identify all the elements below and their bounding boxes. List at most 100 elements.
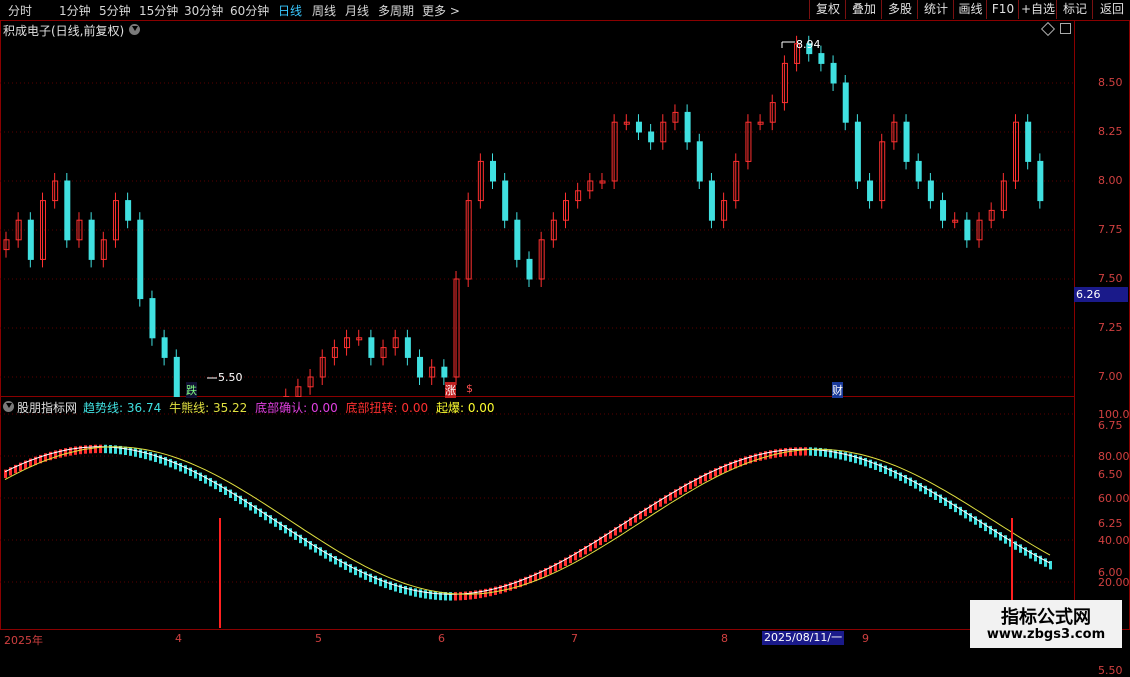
candle-body bbox=[89, 220, 94, 259]
candle-body bbox=[527, 259, 532, 279]
indicator-bar bbox=[879, 464, 882, 472]
indicator-bar bbox=[194, 470, 197, 478]
candle-body bbox=[150, 299, 155, 338]
period-tab-60min[interactable]: 60分钟 bbox=[230, 2, 269, 19]
indicator-bar bbox=[144, 451, 147, 459]
period-tab-monthly[interactable]: 月线 bbox=[345, 2, 369, 19]
candle-body bbox=[831, 63, 836, 83]
watermark-url: www.zbgs3.com bbox=[970, 627, 1122, 642]
indicator-bar bbox=[149, 452, 152, 460]
indicator-bar bbox=[769, 450, 772, 458]
candle-body bbox=[868, 181, 873, 201]
indicator-bar bbox=[764, 451, 767, 459]
mark-button[interactable]: 标记 bbox=[1056, 0, 1093, 19]
statistics-button[interactable]: 统计 bbox=[917, 0, 954, 19]
watermark-title: 指标公式网 bbox=[970, 603, 1122, 629]
indicator-bar bbox=[774, 449, 777, 457]
indicator-bar bbox=[859, 456, 862, 464]
indicator-bar bbox=[839, 451, 842, 459]
candle-body bbox=[515, 220, 520, 259]
adjust-button[interactable]: 复权 bbox=[809, 0, 846, 19]
indicator-bar bbox=[174, 461, 177, 469]
watermark-logo: 指标公式网 www.zbgs3.com bbox=[970, 600, 1122, 648]
high-annotation bbox=[782, 42, 795, 48]
indicator-lines bbox=[5, 447, 1050, 628]
period-tab-1min[interactable]: 1分钟 bbox=[59, 2, 91, 19]
candle-body bbox=[685, 112, 690, 141]
candle-body bbox=[843, 83, 848, 122]
indicator-bar bbox=[394, 583, 397, 591]
back-button[interactable]: 返回 bbox=[1092, 0, 1130, 19]
candle-body bbox=[491, 161, 496, 181]
period-tab-15min[interactable]: 15分钟 bbox=[139, 2, 178, 19]
indicator-bar bbox=[434, 591, 437, 599]
indicator-bar bbox=[864, 458, 867, 466]
indicator-bar bbox=[379, 578, 382, 586]
trend-line bbox=[5, 447, 1050, 594]
candle-body bbox=[916, 161, 921, 181]
candle-body bbox=[1038, 161, 1043, 200]
period-tab-daily[interactable]: 日线 bbox=[278, 2, 302, 19]
candle-body bbox=[965, 220, 970, 240]
indicator-bar bbox=[104, 445, 107, 453]
candle-body bbox=[636, 122, 641, 132]
x-axis-label: 2025年 bbox=[4, 632, 43, 648]
y-tick: 8.00 bbox=[1098, 174, 1123, 187]
indicator-bar bbox=[399, 585, 402, 593]
add-watchlist-button[interactable]: +自选 bbox=[1018, 0, 1057, 19]
y-tick: 7.25 bbox=[1098, 321, 1123, 334]
candle-body bbox=[369, 338, 374, 358]
indicator-bars bbox=[4, 445, 1052, 601]
indicator-bar bbox=[389, 581, 392, 589]
candle-body bbox=[697, 142, 702, 181]
candle-body bbox=[174, 357, 179, 396]
indicator-bar bbox=[99, 445, 102, 453]
period-tab-weekly[interactable]: 周线 bbox=[312, 2, 336, 19]
indicator-bar bbox=[424, 590, 427, 598]
period-tab-5min[interactable]: 5分钟 bbox=[99, 2, 131, 19]
indicator-bar bbox=[869, 460, 872, 468]
y-tick: 5.50 bbox=[1098, 664, 1123, 677]
y-tick: 6.25 bbox=[1098, 517, 1123, 530]
indicator-bar bbox=[459, 592, 462, 600]
indicator-bar bbox=[469, 591, 472, 599]
bull-bear-line bbox=[5, 447, 1050, 594]
dollar-marker[interactable]: $ bbox=[466, 382, 473, 395]
indicator-grid bbox=[0, 414, 1075, 582]
x-axis-label: 5 bbox=[315, 632, 322, 645]
x-axis-label: 7 bbox=[571, 632, 578, 645]
low-price-label: 5.50 bbox=[218, 371, 243, 384]
draw-line-button[interactable]: 画线 bbox=[953, 0, 987, 19]
indicator-bar bbox=[94, 445, 97, 453]
indicator-bar bbox=[419, 589, 422, 597]
overlay-button[interactable]: 叠加 bbox=[845, 0, 882, 19]
candle-body bbox=[855, 122, 860, 181]
indicator-bar bbox=[349, 564, 352, 572]
period-tab-multi[interactable]: 多周期 bbox=[378, 2, 414, 19]
cursor-date-label: 2025/08/11/一 bbox=[762, 631, 844, 645]
y-tick: 7.75 bbox=[1098, 223, 1123, 236]
more-periods-button[interactable]: 更多 > bbox=[422, 2, 460, 19]
high-price-label: 8.94 bbox=[796, 38, 821, 51]
period-tab-30min[interactable]: 30分钟 bbox=[184, 2, 223, 19]
indicator-bar bbox=[384, 580, 387, 588]
candle-body bbox=[418, 357, 423, 377]
candlestick-chart bbox=[0, 20, 1075, 397]
y-tick: 8.25 bbox=[1098, 125, 1123, 138]
f10-button[interactable]: F10 bbox=[986, 0, 1019, 19]
indicator-bar bbox=[109, 445, 112, 453]
indicator-bar bbox=[179, 463, 182, 471]
indicator-bar bbox=[59, 449, 62, 457]
indicator-bar bbox=[854, 455, 857, 463]
indicator-bar bbox=[849, 453, 852, 461]
candle-body bbox=[904, 122, 909, 161]
candle-body bbox=[162, 338, 167, 358]
multi-stock-button[interactable]: 多股 bbox=[881, 0, 918, 19]
candle-body bbox=[709, 181, 714, 220]
indicator-bar bbox=[799, 447, 802, 455]
indicator-bar bbox=[164, 457, 167, 465]
indicator-bar bbox=[209, 478, 212, 486]
candle-body bbox=[442, 367, 447, 377]
x-axis-label: 9 bbox=[862, 632, 869, 645]
period-tab-fenshi[interactable]: 分时 bbox=[8, 2, 32, 19]
